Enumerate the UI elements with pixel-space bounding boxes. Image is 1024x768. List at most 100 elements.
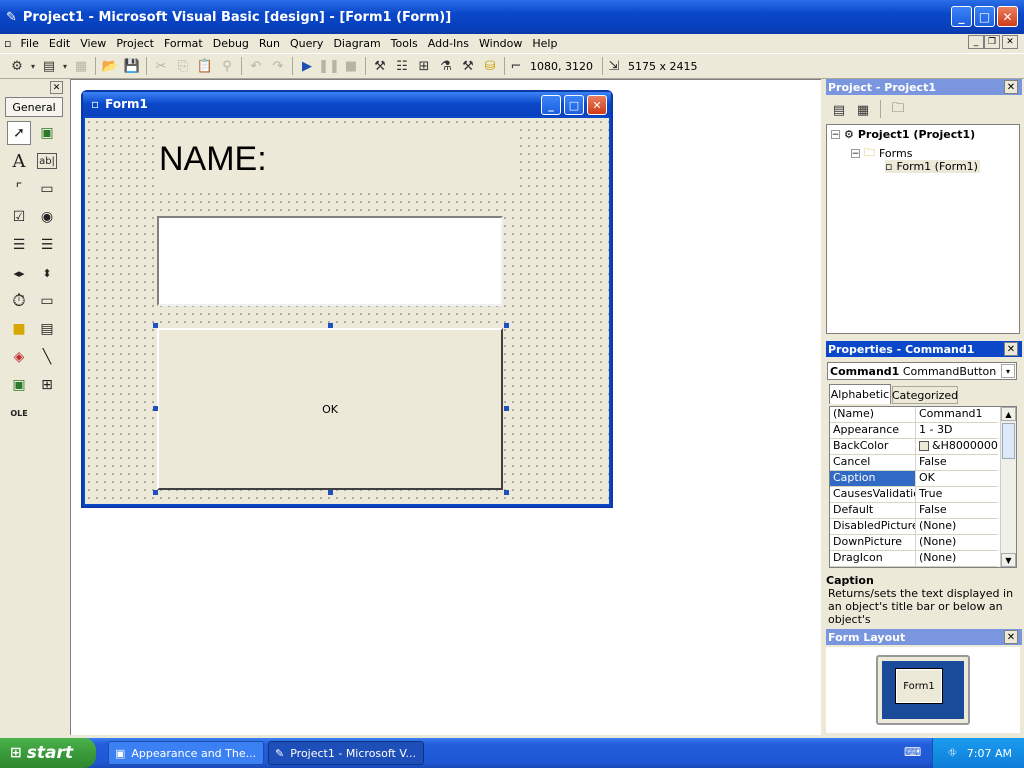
property-row[interactable]: Cancel False xyxy=(830,455,998,471)
listbox-tool-icon[interactable]: ☰ xyxy=(35,233,59,257)
resize-handle[interactable] xyxy=(504,406,509,411)
object-dropdown[interactable]: Command1 CommandButton ▾ xyxy=(827,362,1017,380)
menu-run[interactable]: Run xyxy=(254,37,285,50)
menu-add-ins[interactable]: Add-Ins xyxy=(423,37,474,50)
resize-handle[interactable] xyxy=(153,490,158,495)
collapse-icon[interactable]: − xyxy=(851,149,860,159)
break-icon[interactable]: ❚❚ xyxy=(318,55,340,77)
start-icon[interactable]: ▶ xyxy=(296,55,318,77)
name-textbox[interactable] xyxy=(157,216,503,306)
menu-project[interactable]: Project xyxy=(111,37,159,50)
find-icon[interactable]: ⚲ xyxy=(216,55,238,77)
dirlistbox-tool-icon[interactable]: ■ xyxy=(7,317,31,341)
scroll-up-icon[interactable]: ▲ xyxy=(1001,407,1016,421)
toolbox-icon[interactable]: ⚒ xyxy=(457,55,479,77)
mdi-minimize-button[interactable]: _ xyxy=(968,35,984,49)
resize-handle[interactable] xyxy=(328,490,333,495)
property-row[interactable]: (Name) Command1 xyxy=(830,407,998,423)
property-grid-scrollbar[interactable]: ▲ ▼ xyxy=(1000,407,1016,567)
menu-view[interactable]: View xyxy=(75,37,111,50)
ok-command-button[interactable]: OK xyxy=(157,328,503,490)
scroll-down-icon[interactable]: ▼ xyxy=(1001,553,1016,567)
vscrollbar-tool-icon[interactable]: ⬍ xyxy=(35,261,59,285)
form-close-button[interactable]: ✕ xyxy=(587,95,607,115)
resize-handle[interactable] xyxy=(153,323,158,328)
menu-help[interactable]: Help xyxy=(527,37,562,50)
line-tool-icon[interactable]: ╲ xyxy=(35,345,59,369)
form-minimize-button[interactable]: _ xyxy=(541,95,561,115)
end-icon[interactable]: ■ xyxy=(340,55,362,77)
filelistbox-tool-icon[interactable]: ▤ xyxy=(35,317,59,341)
commandbutton-tool-icon[interactable]: ▭ xyxy=(35,177,59,201)
resize-handle[interactable] xyxy=(153,406,158,411)
chevron-down-icon[interactable]: ▾ xyxy=(1001,364,1015,378)
property-row[interactable]: BackColor &H8000000F xyxy=(830,439,998,455)
resize-handle[interactable] xyxy=(328,323,333,328)
property-row-selected[interactable]: Caption OK xyxy=(830,471,998,487)
menu-diagram[interactable]: Diagram xyxy=(328,37,385,50)
pointer-tool-icon[interactable]: ➚ xyxy=(7,121,31,145)
toolbox-close-icon[interactable]: ✕ xyxy=(50,81,63,94)
menu-query[interactable]: Query xyxy=(285,37,328,50)
resize-handle[interactable] xyxy=(504,490,509,495)
menu-file[interactable]: File xyxy=(15,37,43,50)
timer-tool-icon[interactable]: ⏱ xyxy=(7,289,31,313)
open-project-icon[interactable]: 📂 xyxy=(99,55,121,77)
save-icon[interactable]: 💾 xyxy=(121,55,143,77)
shape-tool-icon[interactable]: ◈ xyxy=(7,345,31,369)
property-row[interactable]: DisabledPicture (None) xyxy=(830,519,998,535)
combobox-tool-icon[interactable]: ☰ xyxy=(7,233,31,257)
project-explorer-icon[interactable]: ⚒ xyxy=(369,55,391,77)
collapse-icon[interactable]: − xyxy=(831,130,840,140)
image-tool-icon[interactable]: ▣ xyxy=(7,373,31,397)
data-tool-icon[interactable]: ⊞ xyxy=(35,373,59,397)
menu-editor-icon[interactable]: ▦ xyxy=(70,55,92,77)
start-button[interactable]: ⊞ start xyxy=(0,738,96,768)
optionbutton-tool-icon[interactable]: ◉ xyxy=(35,205,59,229)
minimize-button[interactable]: _ xyxy=(951,6,972,27)
add-project-icon[interactable]: ⚙ xyxy=(6,55,28,77)
view-code-icon[interactable]: ▤ xyxy=(829,100,849,120)
checkbox-tool-icon[interactable]: ☑ xyxy=(7,205,31,229)
taskbar-item-vb[interactable]: ✎ Project1 - Microsoft V... xyxy=(268,741,424,765)
paste-icon[interactable]: 📋 xyxy=(194,55,216,77)
drivelistbox-tool-icon[interactable]: ▭ xyxy=(35,289,59,313)
tab-categorized[interactable]: Categorized xyxy=(892,386,958,404)
hscrollbar-tool-icon[interactable]: ◂▸ xyxy=(7,261,31,285)
resize-handle[interactable] xyxy=(504,323,509,328)
ole-tool-icon[interactable]: OLE xyxy=(7,401,31,425)
label-tool-icon[interactable]: A xyxy=(7,149,31,173)
properties-panel-close-icon[interactable]: ✕ xyxy=(1004,342,1018,356)
menu-format[interactable]: Format xyxy=(159,37,208,50)
clock[interactable]: 7:07 AM xyxy=(967,747,1012,760)
cut-icon[interactable]: ✂ xyxy=(150,55,172,77)
scroll-thumb[interactable] xyxy=(1002,423,1015,459)
form-layout-icon[interactable]: ⊞ xyxy=(413,55,435,77)
property-row[interactable]: DragIcon (None) xyxy=(830,551,998,567)
form-layout-close-icon[interactable]: ✕ xyxy=(1004,630,1018,644)
redo-icon[interactable]: ↷ xyxy=(267,55,289,77)
form-title-bar[interactable]: ▫ Form1 xyxy=(83,92,611,116)
data-view-icon[interactable]: ⛁ xyxy=(479,55,501,77)
form-layout-preview[interactable]: Form1 xyxy=(895,668,943,704)
undo-icon[interactable]: ↶ xyxy=(245,55,267,77)
properties-window-icon[interactable]: ☷ xyxy=(391,55,413,77)
property-row[interactable]: CausesValidationTrue xyxy=(830,487,998,503)
mdi-restore-button[interactable]: ❐ xyxy=(984,35,1000,49)
project-panel-close-icon[interactable]: ✕ xyxy=(1004,80,1018,94)
toggle-folders-icon[interactable]: 🗀 xyxy=(888,100,908,120)
add-form-icon[interactable]: ▤ xyxy=(38,55,60,77)
copy-icon[interactable]: ⎘ xyxy=(172,55,194,77)
menu-edit[interactable]: Edit xyxy=(44,37,75,50)
network-icon[interactable]: ⛗ xyxy=(948,746,957,760)
dropdown-arrow-icon[interactable]: ▾ xyxy=(60,55,70,77)
menu-debug[interactable]: Debug xyxy=(208,37,254,50)
frame-tool-icon[interactable]: ⌜ xyxy=(7,177,31,201)
view-object-icon[interactable]: ▦ xyxy=(853,100,873,120)
menu-window[interactable]: Window xyxy=(474,37,527,50)
picturebox-tool-icon[interactable]: ▣ xyxy=(35,121,59,145)
close-button[interactable]: ✕ xyxy=(997,6,1018,27)
property-row[interactable]: Appearance 1 - 3D xyxy=(830,423,998,439)
maximize-button[interactable]: □ xyxy=(974,6,995,27)
object-browser-icon[interactable]: ⚗ xyxy=(435,55,457,77)
